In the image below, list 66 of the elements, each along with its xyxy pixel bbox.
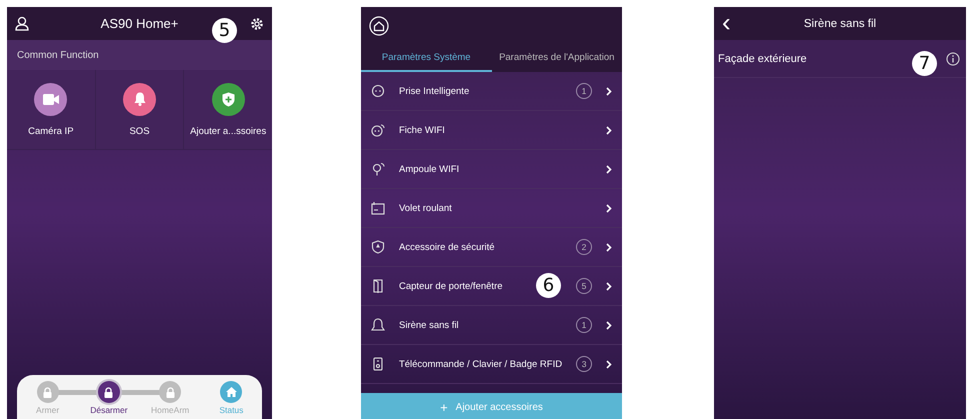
chevron-right-icon bbox=[606, 360, 612, 368]
chevron-right-icon bbox=[606, 126, 612, 134]
count-badge: 5 bbox=[576, 278, 592, 294]
bell-icon bbox=[371, 318, 385, 332]
padlock-icon bbox=[166, 386, 175, 398]
shield-star-icon bbox=[371, 240, 385, 254]
row-label: Capteur de porte/fenêtre bbox=[399, 280, 503, 292]
row-label: Ampoule WIFI bbox=[399, 164, 460, 174]
device-label: Façade extérieure bbox=[718, 52, 807, 64]
function-tile[interactable]: Caméra IP bbox=[7, 70, 96, 149]
settings-row[interactable]: Volet roulant bbox=[361, 189, 622, 228]
function-label: SOS bbox=[129, 126, 150, 136]
section-header: Common Function bbox=[7, 40, 272, 70]
back-button[interactable]: ‹ bbox=[722, 8, 736, 34]
user-icon[interactable] bbox=[15, 16, 29, 31]
settings-icon[interactable] bbox=[250, 16, 264, 30]
padlock-icon bbox=[43, 386, 52, 398]
count-badge: 1 bbox=[576, 317, 592, 333]
settings-row[interactable]: Ampoule WIFI bbox=[361, 150, 622, 189]
chevron-right-icon bbox=[606, 320, 612, 330]
function-tile[interactable]: SOS bbox=[96, 70, 184, 149]
door-icon bbox=[371, 279, 385, 293]
function-label: Caméra IP bbox=[28, 126, 74, 136]
row-label: Sirène sans fil bbox=[399, 320, 459, 330]
mode-label: Armer bbox=[36, 405, 60, 415]
bell-icon bbox=[134, 92, 146, 106]
count-badge: 1 bbox=[576, 83, 592, 99]
settings-row[interactable]: Fiche WIFI bbox=[361, 111, 622, 150]
settings-row[interactable]: Télécommande / Clavier / Badge RFID 3 bbox=[361, 345, 622, 384]
chevron-right-icon bbox=[606, 164, 612, 174]
shield-plus-icon bbox=[222, 92, 235, 106]
row-label: Volet roulant bbox=[399, 202, 452, 214]
home-icon bbox=[226, 387, 237, 397]
count-badge: 2 bbox=[576, 239, 592, 255]
mode-label: HomeArm bbox=[150, 405, 190, 415]
count-badge: 3 bbox=[576, 356, 592, 372]
home-icon[interactable] bbox=[369, 16, 389, 36]
chevron-right-icon bbox=[606, 242, 612, 252]
mode-button[interactable] bbox=[98, 381, 120, 403]
function-label: Ajouter a...ssoires bbox=[190, 126, 266, 136]
callout-number: 6 bbox=[536, 273, 561, 298]
settings-tab[interactable]: Paramètres de l'Application bbox=[492, 45, 622, 72]
settings-tab[interactable]: Paramètres Système bbox=[361, 45, 492, 72]
screen-title: Sirène sans fil bbox=[802, 18, 878, 30]
info-icon[interactable] bbox=[946, 52, 960, 66]
settings-row[interactable]: Sirène sans fil 1 bbox=[361, 306, 622, 345]
wifi-plug-icon bbox=[371, 123, 385, 137]
mode-label: Désarmer bbox=[90, 405, 128, 415]
row-label: Fiche WIFI bbox=[399, 124, 445, 136]
row-label: Prise Intelligente bbox=[399, 86, 470, 96]
chevron-right-icon bbox=[606, 282, 612, 290]
light-bulb-icon bbox=[371, 162, 385, 176]
mode-label: Status bbox=[219, 405, 244, 415]
row-label: Télécommande / Clavier / Badge RFID bbox=[398, 358, 562, 370]
chevron-right-icon bbox=[606, 86, 612, 96]
video-camera-icon bbox=[42, 94, 59, 104]
settings-row[interactable]: Accessoire de sécurité 2 bbox=[361, 228, 622, 267]
app-title: AS90 Home+ bbox=[100, 16, 178, 31]
window-blind-icon bbox=[371, 201, 385, 215]
socket-icon bbox=[371, 84, 385, 98]
remote-control-icon bbox=[371, 357, 385, 371]
padlock-icon bbox=[104, 386, 114, 398]
function-tile[interactable]: Ajouter a...ssoires bbox=[184, 70, 272, 149]
row-label: Accessoire de sécurité bbox=[399, 242, 495, 252]
settings-row[interactable]: Prise Intelligente 1 bbox=[361, 72, 622, 111]
chevron-right-icon bbox=[606, 204, 612, 212]
